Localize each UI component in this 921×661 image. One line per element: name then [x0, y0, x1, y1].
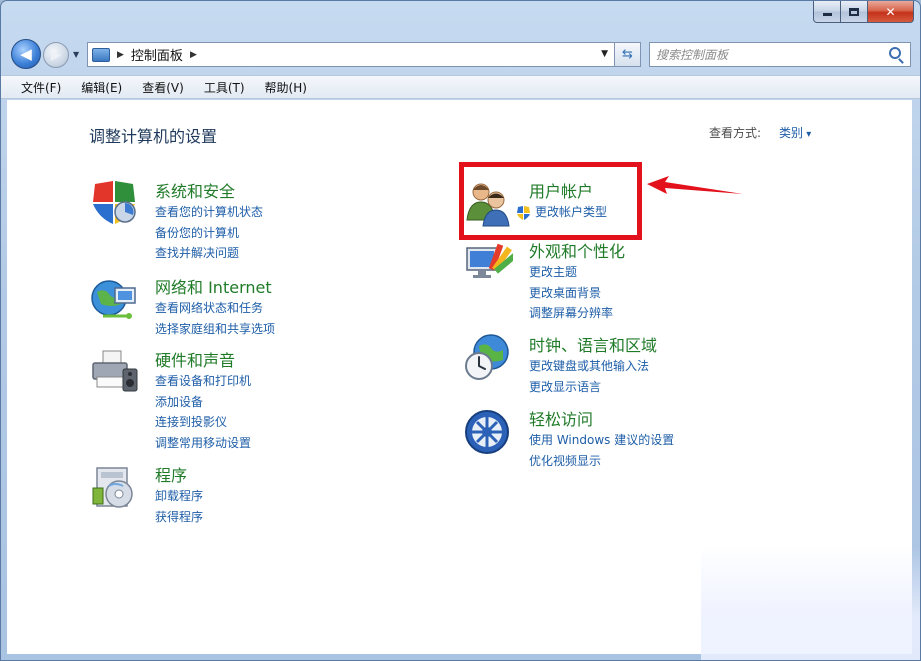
network-globe-icon[interactable]	[89, 274, 139, 324]
ease-of-access-icon[interactable]	[463, 406, 513, 456]
page-title: 调整计算机的设置	[89, 127, 218, 146]
address-bar[interactable]: ▶ 控制面板 ▶ ▼	[87, 42, 615, 67]
link-connect-projector[interactable]: 连接到投影仪	[155, 412, 251, 433]
category-links: 卸载程序 获得程序	[155, 486, 203, 527]
menu-help[interactable]: 帮助(H)	[255, 79, 317, 96]
category-title[interactable]: 程序	[155, 462, 187, 486]
monitor-palette-icon[interactable]	[463, 238, 513, 288]
link-view-computer-status[interactable]: 查看您的计算机状态	[155, 202, 263, 223]
link-homegroup-sharing[interactable]: 选择家庭组和共享选项	[155, 319, 275, 340]
address-dropdown-icon[interactable]: ▼	[601, 49, 608, 59]
menu-bar: 文件(F) 编辑(E) 查看(V) 工具(T) 帮助(H)	[1, 75, 920, 99]
link-screen-resolution[interactable]: 调整屏幕分辨率	[529, 303, 613, 324]
menu-edit[interactable]: 编辑(E)	[71, 79, 132, 96]
search-box[interactable]	[649, 42, 911, 67]
corner-glow	[701, 546, 920, 660]
link-optimize-visual-display[interactable]: 优化视频显示	[529, 451, 674, 472]
link-view-network-status[interactable]: 查看网络状态和任务	[155, 298, 275, 319]
back-arrow-icon: ◀	[20, 44, 32, 63]
link-add-device[interactable]: 添加设备	[155, 392, 251, 413]
link-change-display-language[interactable]: 更改显示语言	[529, 377, 649, 398]
link-mobility-settings[interactable]: 调整常用移动设置	[155, 433, 251, 454]
view-by-label: 查看方式:	[709, 126, 762, 140]
link-devices-printers[interactable]: 查看设备和打印机	[155, 371, 251, 392]
menu-file[interactable]: 文件(F)	[11, 79, 71, 96]
menu-tools[interactable]: 工具(T)	[194, 79, 255, 96]
link-find-fix-problems[interactable]: 查找并解决问题	[155, 243, 263, 264]
breadcrumb-separator-icon[interactable]: ▶	[190, 50, 197, 60]
category-title[interactable]: 系统和安全	[155, 178, 235, 202]
control-panel-icon	[92, 47, 110, 62]
menu-view[interactable]: 查看(V)	[132, 79, 194, 96]
category-title[interactable]: 硬件和声音	[155, 347, 235, 371]
maximize-button[interactable]	[841, 1, 868, 23]
forward-button[interactable]: ▶	[43, 42, 69, 68]
recent-pages-dropdown[interactable]: ▼	[73, 50, 79, 59]
link-change-keyboard-input[interactable]: 更改键盘或其他输入法	[529, 356, 649, 377]
minimize-icon	[822, 13, 832, 16]
search-input[interactable]	[656, 44, 876, 65]
minimize-button[interactable]	[813, 1, 841, 23]
breadcrumb-control-panel[interactable]: 控制面板	[131, 45, 183, 64]
red-arrow-icon	[647, 176, 743, 194]
link-windows-suggested-settings[interactable]: 使用 Windows 建议的设置	[529, 430, 674, 451]
programs-disc-icon[interactable]	[89, 462, 139, 512]
category-title[interactable]: 时钟、语言和区域	[529, 332, 657, 356]
close-icon: ✕	[885, 4, 896, 19]
maximize-icon	[849, 7, 859, 16]
refresh-icon: ⇆	[622, 47, 633, 62]
category-links: 更改键盘或其他输入法 更改显示语言	[529, 356, 649, 397]
link-change-background[interactable]: 更改桌面背景	[529, 283, 613, 304]
shield-icon[interactable]	[89, 178, 139, 228]
highlight-box	[459, 162, 642, 240]
category-title[interactable]: 轻松访问	[529, 406, 593, 430]
refresh-button[interactable]: ⇆	[615, 42, 641, 67]
clock-globe-icon[interactable]	[463, 332, 513, 382]
link-backup-computer[interactable]: 备份您的计算机	[155, 223, 263, 244]
breadcrumb-separator-icon[interactable]: ▶	[117, 50, 124, 60]
category-title[interactable]: 网络和 Internet	[155, 274, 272, 298]
category-links: 查看网络状态和任务 选择家庭组和共享选项	[155, 298, 275, 339]
caption-buttons: ✕	[813, 1, 914, 23]
navigation-row: ◀ ▶ ▼ ▶ 控制面板 ▶ ▼ ⇆	[1, 35, 920, 71]
view-by-dropdown[interactable]: 类别	[779, 124, 811, 141]
control-panel-window: ✕ ◀ ▶ ▼ ▶ 控制面板 ▶ ▼ ⇆ 文件(F) 编辑(E) 查看(V) 工…	[0, 0, 921, 661]
category-title[interactable]: 外观和个性化	[529, 238, 625, 262]
back-button[interactable]: ◀	[11, 39, 41, 69]
printer-icon[interactable]	[89, 347, 139, 397]
close-button[interactable]: ✕	[868, 1, 914, 23]
link-get-programs[interactable]: 获得程序	[155, 507, 203, 528]
category-links: 更改主题 更改桌面背景 调整屏幕分辨率	[529, 262, 613, 324]
category-links: 使用 Windows 建议的设置 优化视频显示	[529, 430, 674, 471]
link-uninstall-program[interactable]: 卸载程序	[155, 486, 203, 507]
search-icon[interactable]	[889, 47, 901, 59]
category-links: 查看设备和打印机 添加设备 连接到投影仪 调整常用移动设置	[155, 371, 251, 453]
forward-arrow-icon: ▶	[51, 47, 61, 63]
link-change-theme[interactable]: 更改主题	[529, 262, 613, 283]
category-links: 查看您的计算机状态 备份您的计算机 查找并解决问题	[155, 202, 263, 264]
